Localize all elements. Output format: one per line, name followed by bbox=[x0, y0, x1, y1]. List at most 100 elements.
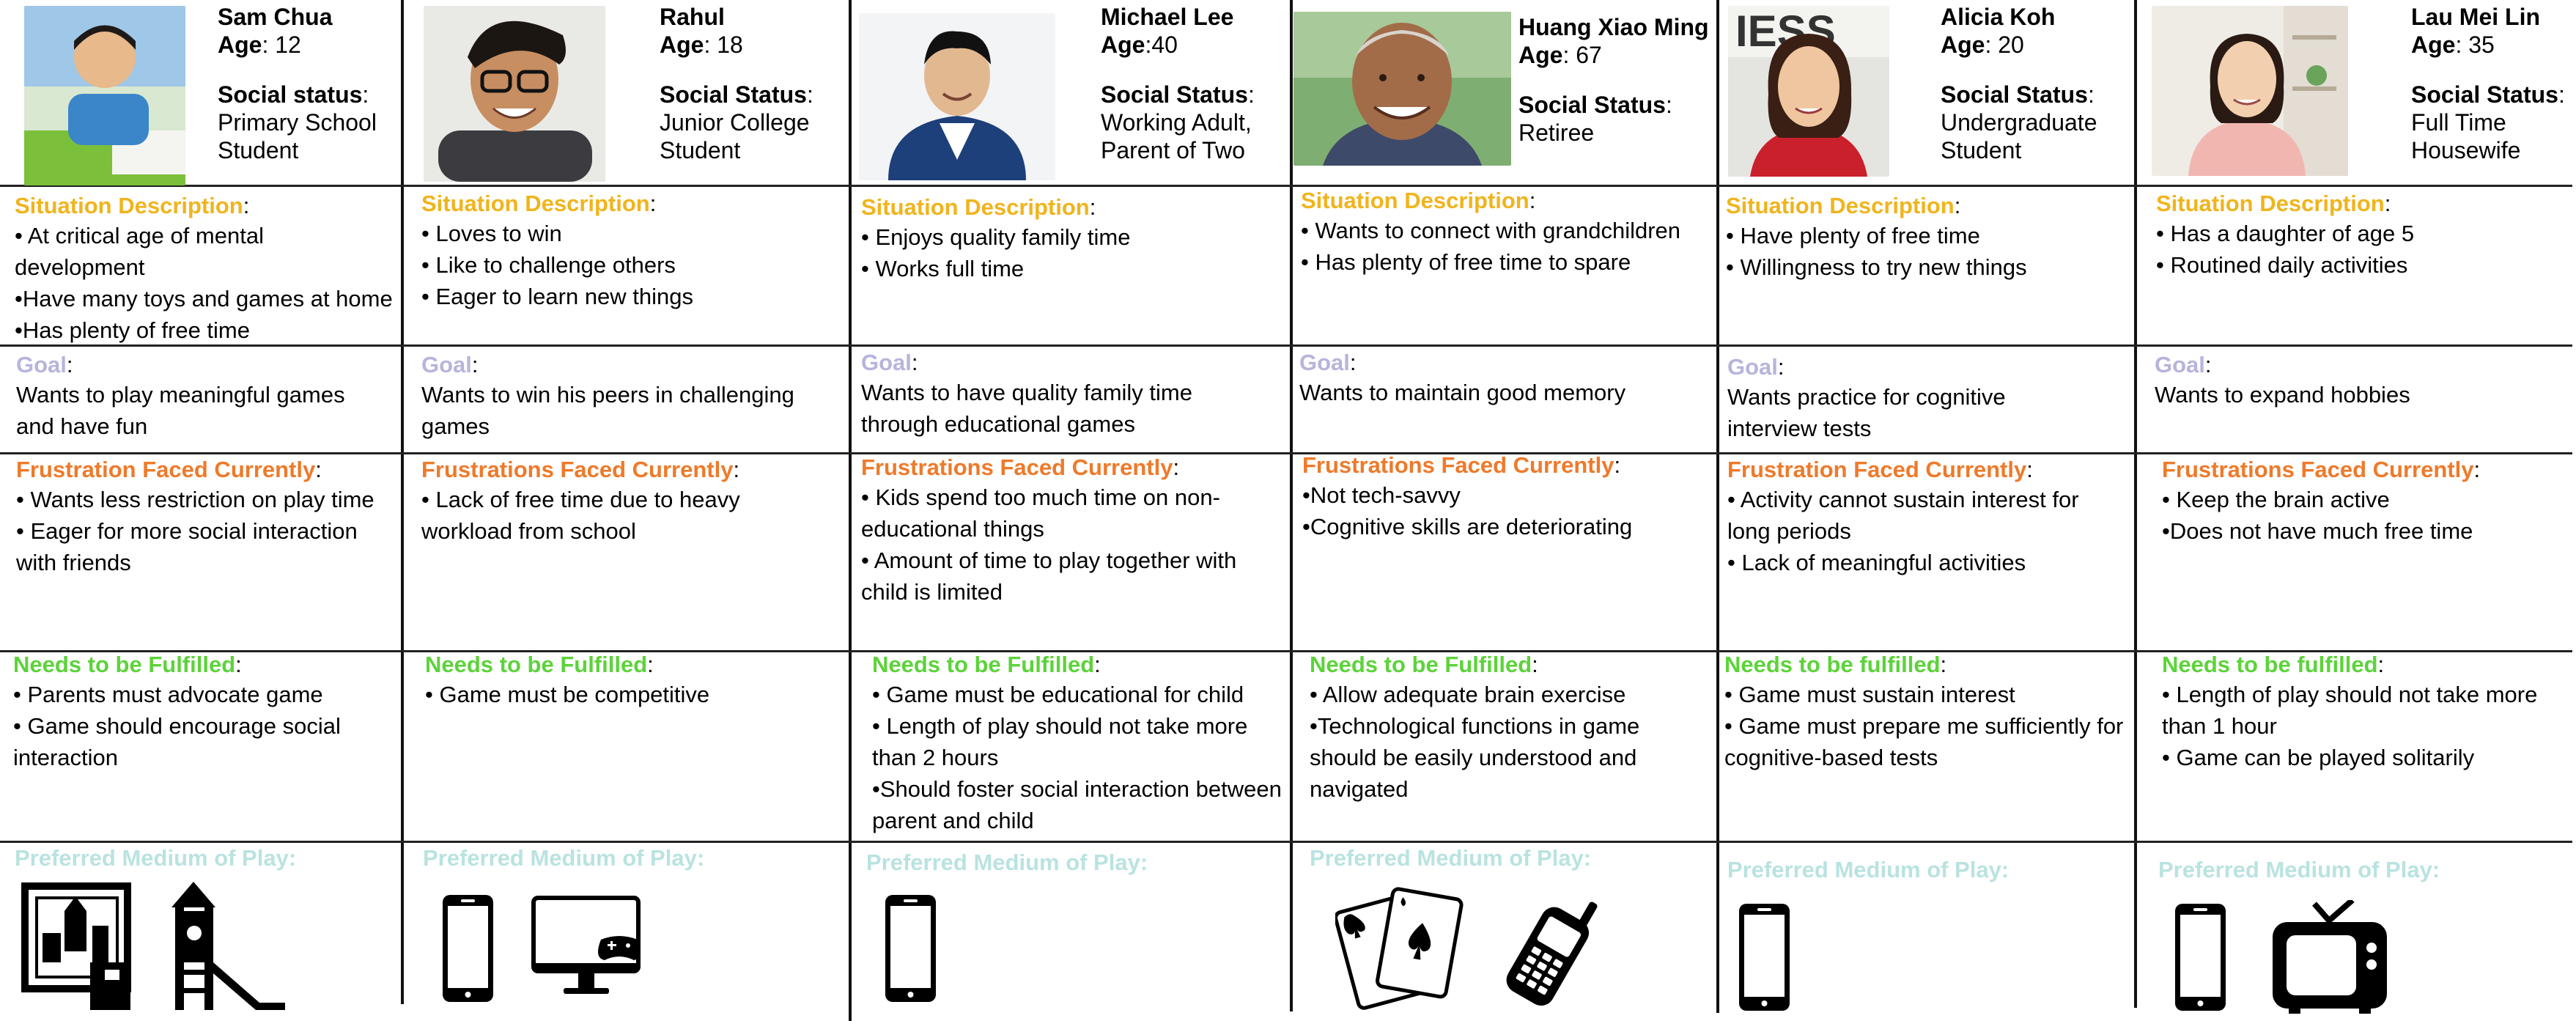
status-value: Retiree bbox=[1518, 119, 1595, 146]
status-value-2: Student bbox=[1941, 137, 2022, 163]
frustration-section: Frustrations Faced Currently: • Lack of … bbox=[421, 456, 817, 547]
persona-header: Alicia Koh Age: 20 Social Status: Underg… bbox=[1941, 3, 2097, 164]
needs-section: Needs to be Fulfilled: • Allow adequate … bbox=[1310, 651, 1713, 805]
needs-item: • Allow adequate brain exercise bbox=[1310, 682, 1626, 707]
status-label: Social status bbox=[218, 81, 363, 108]
colon: : bbox=[315, 457, 322, 482]
row-divider bbox=[0, 185, 2572, 187]
colon: : bbox=[1094, 652, 1101, 677]
colon: : bbox=[1614, 452, 1621, 478]
row-divider bbox=[0, 841, 2572, 843]
needs-heading: Needs to be Fulfilled bbox=[13, 652, 236, 677]
computer-game-icon bbox=[531, 896, 645, 998]
medium-heading: Preferred Medium of Play: bbox=[866, 849, 1148, 875]
situation-item: • Willingness to try new things bbox=[1726, 254, 2027, 280]
situation-item: • Has a daughter of age 5 bbox=[2156, 221, 2415, 246]
colon: : bbox=[1777, 354, 1785, 380]
goal-heading: Goal bbox=[16, 352, 67, 377]
playground-slide-icon bbox=[164, 882, 285, 1010]
medium-section: Preferred Medium of Play: bbox=[15, 844, 296, 872]
frustration-item: •Does not have much free time bbox=[2162, 518, 2473, 544]
persona-name: Huang Xiao Ming bbox=[1518, 14, 1709, 40]
age-label: Age bbox=[1101, 32, 1145, 58]
situation-heading: Situation Description bbox=[861, 194, 1090, 220]
age-value: : 35 bbox=[2455, 32, 2495, 58]
needs-item: • Game must sustain interest bbox=[1724, 682, 2015, 707]
colon: : bbox=[1940, 652, 1947, 677]
colon: : bbox=[2026, 457, 2033, 482]
frustration-section: Frustration Faced Currently: • Wants les… bbox=[16, 456, 390, 578]
status-value: Junior College bbox=[660, 109, 810, 136]
frustration-item: • Wants less restriction on play time bbox=[16, 487, 374, 512]
playing-cards-icon bbox=[1335, 880, 1467, 1011]
age-label: Age bbox=[1518, 42, 1563, 68]
colon: : bbox=[1089, 194, 1096, 220]
age-value: : 18 bbox=[704, 32, 743, 58]
medium-heading: Preferred Medium of Play: bbox=[1727, 857, 2009, 882]
situation-item: •Have many toys and games at home bbox=[15, 286, 393, 312]
situation-section: Situation Description: • Has a daughter … bbox=[2156, 190, 2566, 281]
status-colon: : bbox=[362, 81, 369, 108]
colon: : bbox=[733, 457, 740, 482]
status-value-2: Housewife bbox=[2411, 137, 2521, 163]
needs-section: Needs to be Fulfilled: • Parents must ad… bbox=[13, 651, 387, 773]
goal-heading: Goal bbox=[1299, 350, 1350, 375]
row-divider bbox=[0, 452, 2572, 454]
smartphone-icon bbox=[2173, 902, 2228, 1013]
medium-heading: Preferred Medium of Play: bbox=[1310, 845, 1592, 871]
situation-item: • Wants to connect with grandchildren bbox=[1301, 218, 1681, 243]
goal-text: Wants to play meaningful games and have … bbox=[16, 382, 345, 439]
needs-heading: Needs to be fulfilled bbox=[2162, 652, 2378, 677]
situation-section: Situation Description: • Enjoys quality … bbox=[861, 193, 1279, 284]
needs-item: • Parents must advocate game bbox=[13, 682, 323, 707]
column-divider bbox=[2134, 0, 2137, 1008]
frustration-section: Frustrations Faced Currently: • Kids spe… bbox=[861, 454, 1272, 608]
needs-item: • Length of play should not take more th… bbox=[872, 713, 1248, 770]
needs-section: Needs to be Fulfilled: • Game must be co… bbox=[425, 651, 835, 710]
medium-section: Preferred Medium of Play: bbox=[866, 849, 1148, 877]
goal-section: Goal: Wants to have quality family time … bbox=[861, 349, 1228, 440]
frustration-item: • Lack of free time due to heavy workloa… bbox=[421, 487, 740, 544]
goal-text: Wants to win his peers in challenging ga… bbox=[421, 382, 794, 439]
frustration-item: • Activity cannot sustain interest for l… bbox=[1727, 487, 2079, 544]
needs-item: • Length of play should not take more th… bbox=[2162, 682, 2538, 739]
goal-text: Wants to have quality family time throug… bbox=[861, 380, 1192, 437]
needs-heading: Needs to be Fulfilled bbox=[872, 652, 1095, 677]
colon: : bbox=[647, 652, 654, 677]
situation-heading: Situation Description bbox=[2156, 191, 2385, 216]
persona-name: Rahul bbox=[660, 4, 725, 30]
status-label: Social Status bbox=[660, 81, 807, 108]
goal-text: Wants to maintain good memory bbox=[1299, 380, 1626, 405]
situation-item: • Like to challenge others bbox=[421, 252, 676, 278]
goal-heading: Goal bbox=[861, 350, 912, 375]
frustration-item: •Not tech-savvy bbox=[1302, 482, 1461, 508]
age-value: :40 bbox=[1145, 32, 1178, 58]
colon: : bbox=[1529, 188, 1536, 213]
status-colon: : bbox=[806, 81, 813, 108]
smartphone-icon bbox=[440, 893, 495, 1004]
status-value: Working Adult, bbox=[1101, 109, 1252, 136]
frustration-heading: Frustration Faced Currently bbox=[16, 457, 316, 482]
status-label: Social Status bbox=[1941, 81, 2088, 108]
persona-name: Lau Mei Lin bbox=[2411, 4, 2540, 30]
situation-section: Situation Description: • Have plenty of … bbox=[1726, 192, 2129, 283]
goal-text: Wants practice for cognitive interview t… bbox=[1727, 384, 2006, 441]
situation-item: • Loves to win bbox=[421, 221, 562, 246]
situation-item: •Has plenty of free time bbox=[15, 317, 250, 343]
frustration-section: Frustrations Faced Currently: •Not tech-… bbox=[1302, 451, 1713, 542]
situation-heading: Situation Description bbox=[1301, 188, 1529, 213]
column-divider bbox=[401, 0, 404, 1004]
goal-heading: Goal bbox=[421, 352, 472, 377]
situation-heading: Situation Description bbox=[421, 191, 650, 216]
situation-heading: Situation Description bbox=[15, 193, 243, 218]
frustration-heading: Frustrations Faced Currently bbox=[861, 454, 1173, 480]
persona-header: Michael Lee Age:40 Social Status: Workin… bbox=[1101, 3, 1255, 164]
television-icon bbox=[2270, 900, 2389, 1014]
colon: : bbox=[1349, 350, 1357, 375]
persona-header: Rahul Age: 18 Social Status: Junior Coll… bbox=[660, 3, 813, 164]
avatar-huang-xiao-ming bbox=[1293, 12, 1511, 166]
needs-item: •Technological functions in game should … bbox=[1310, 713, 1640, 802]
status-colon: : bbox=[2558, 81, 2565, 108]
persona-board: Sam Chua Age: 12 Social status: Primary … bbox=[0, 0, 2576, 1021]
situation-item: • Has plenty of free time to spare bbox=[1301, 249, 1631, 275]
